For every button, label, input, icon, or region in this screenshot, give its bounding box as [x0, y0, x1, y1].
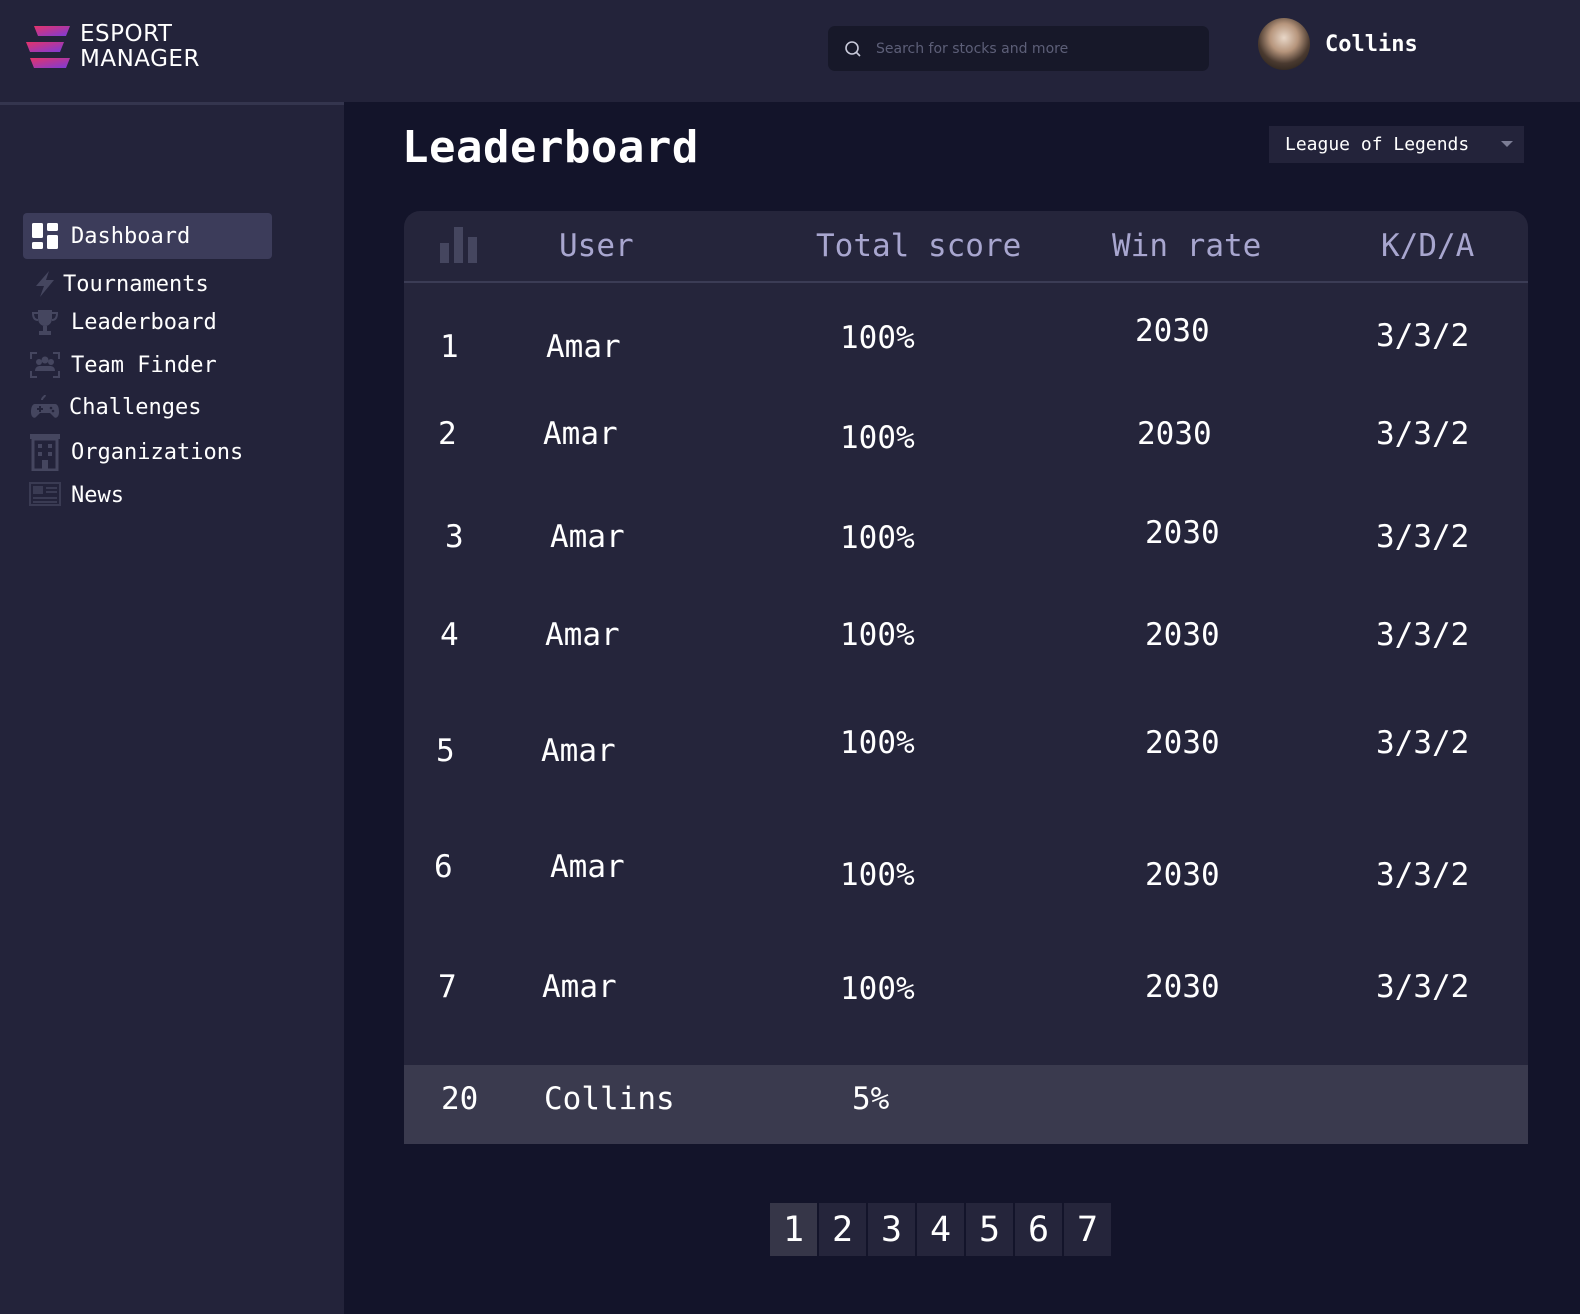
win-rate-cell: 2030	[1145, 725, 1220, 761]
user-cell: Amar	[546, 329, 621, 365]
user-cell: Collins	[544, 1081, 675, 1117]
win-rate-cell: 2030	[1137, 416, 1212, 452]
sidebar-item-label: Organizations	[71, 439, 244, 465]
kda-cell: 3/3/2	[1376, 857, 1470, 893]
sidebar-item-label: Dashboard	[71, 223, 191, 249]
user-cell: Amar	[550, 519, 625, 555]
chevron-down-icon	[1501, 141, 1513, 147]
gamepad-icon	[29, 391, 61, 423]
kda-cell: 3/3/2	[1376, 617, 1470, 653]
rank-cell: 4	[440, 617, 459, 653]
sidebar-item-leaderboard[interactable]: Leaderboard	[23, 299, 217, 345]
page-button-4[interactable]: 4	[917, 1203, 964, 1256]
win-rate-cell: 2030	[1145, 515, 1220, 551]
win-rate-cell: 2030	[1145, 969, 1220, 1005]
table-row[interactable]: 7 Amar 100% 2030 3/3/2	[404, 969, 1528, 1029]
table-row[interactable]: 2 Amar 100% 2030 3/3/2	[404, 416, 1528, 476]
rank-cell: 7	[438, 969, 457, 1005]
header-user[interactable]: User	[559, 228, 634, 264]
avatar[interactable]	[1258, 18, 1310, 70]
sidebar-item-label: News	[71, 482, 124, 508]
total-score-cell: 100%	[840, 617, 915, 653]
user-cell: Amar	[542, 969, 617, 1005]
brand-logo[interactable]: ESPORT MANAGER	[24, 22, 200, 72]
search-bar[interactable]	[828, 26, 1209, 71]
brand-line-1: ESPORT	[80, 21, 173, 47]
total-score-cell: 100%	[840, 320, 915, 356]
sidebar-item-dashboard[interactable]: Dashboard	[23, 213, 272, 259]
sidebar: Dashboard Tournaments Leaderboard Team F…	[0, 102, 344, 1314]
pagination: 1 2 3 4 5 6 7	[770, 1203, 1111, 1256]
total-score-cell: 100%	[840, 520, 915, 556]
rank-cell: 2	[438, 416, 457, 452]
rank-cell: 3	[445, 519, 464, 555]
table-row[interactable]: 1 Amar 100% 2030 3/3/2	[404, 313, 1528, 382]
kda-cell: 3/3/2	[1376, 318, 1470, 354]
username: Collins	[1325, 31, 1418, 57]
total-score-cell: 100%	[840, 420, 915, 456]
search-icon	[845, 40, 861, 57]
sidebar-item-news[interactable]: News	[23, 472, 124, 518]
user-cell: Amar	[543, 416, 618, 452]
sidebar-item-team-finder[interactable]: Team Finder	[23, 342, 217, 388]
sidebar-item-label: Team Finder	[71, 352, 217, 378]
win-rate-cell: 2030	[1145, 617, 1220, 653]
brand-name: ESPORT MANAGER	[80, 22, 200, 72]
rank-cell: 1	[440, 329, 459, 365]
user-cell: Amar	[541, 733, 616, 769]
user-cell: Amar	[550, 849, 625, 885]
table-row[interactable]: 5 Amar 100% 2030 3/3/2	[404, 725, 1528, 789]
bar-chart-icon	[440, 227, 477, 263]
header-win-rate[interactable]: Win rate	[1112, 228, 1261, 264]
kda-cell: 3/3/2	[1376, 969, 1470, 1005]
table-header: User Total score Win rate K/D/A	[404, 211, 1528, 283]
sidebar-item-label: Leaderboard	[71, 309, 217, 335]
esport-logo-icon	[26, 26, 70, 68]
search-input[interactable]	[876, 40, 1186, 57]
win-rate-cell: 2030	[1145, 857, 1220, 893]
game-select[interactable]: League of Legends	[1269, 126, 1524, 163]
sidebar-item-organizations[interactable]: Organizations	[23, 429, 243, 475]
table-row[interactable]: 3 Amar 100% 2030 3/3/2	[404, 515, 1528, 579]
page-button-2[interactable]: 2	[819, 1203, 866, 1256]
building-icon	[29, 434, 61, 471]
current-user-row[interactable]: 20 Collins 5%	[404, 1065, 1528, 1144]
kda-cell: 3/3/2	[1376, 416, 1470, 452]
page-button-1[interactable]: 1	[770, 1203, 817, 1256]
kda-cell: 3/3/2	[1376, 519, 1470, 555]
game-select-value: League of Legends	[1285, 134, 1470, 155]
total-score-cell: 100%	[840, 971, 915, 1007]
top-bar: ESPORT MANAGER Collins	[0, 0, 1580, 102]
total-score-cell: 100%	[840, 857, 915, 893]
leaderboard-table: User Total score Win rate K/D/A 1 Amar 1…	[404, 211, 1528, 1144]
sidebar-item-challenges[interactable]: Challenges	[23, 384, 201, 430]
table-row[interactable]: 4 Amar 100% 2030 3/3/2	[404, 617, 1528, 677]
win-rate-cell: 2030	[1135, 313, 1210, 349]
page-button-7[interactable]: 7	[1064, 1203, 1111, 1256]
brand-line-2: MANAGER	[80, 46, 200, 72]
page-button-5[interactable]: 5	[966, 1203, 1013, 1256]
team-finder-icon	[29, 349, 61, 381]
trophy-icon	[29, 306, 61, 338]
page-title: Leaderboard	[402, 122, 699, 173]
total-score-cell: 5%	[852, 1081, 890, 1117]
user-profile[interactable]: Collins	[1258, 18, 1418, 70]
sidebar-item-label: Tournaments	[63, 271, 209, 297]
table-row[interactable]: 6 Amar 100% 2030 3/3/2	[404, 849, 1528, 909]
kda-cell: 3/3/2	[1376, 725, 1470, 761]
header-total-score[interactable]: Total score	[816, 228, 1021, 264]
lightning-icon	[29, 268, 61, 300]
news-icon	[29, 479, 61, 511]
rank-cell: 5	[436, 733, 455, 769]
dashboard-icon	[29, 220, 61, 252]
rank-cell: 6	[434, 849, 453, 885]
page-button-3[interactable]: 3	[868, 1203, 915, 1256]
page-button-6[interactable]: 6	[1015, 1203, 1062, 1256]
user-cell: Amar	[545, 617, 620, 653]
rank-cell: 20	[441, 1081, 479, 1117]
total-score-cell: 100%	[840, 725, 915, 761]
sidebar-item-label: Challenges	[69, 394, 202, 420]
header-kda[interactable]: K/D/A	[1381, 228, 1474, 264]
